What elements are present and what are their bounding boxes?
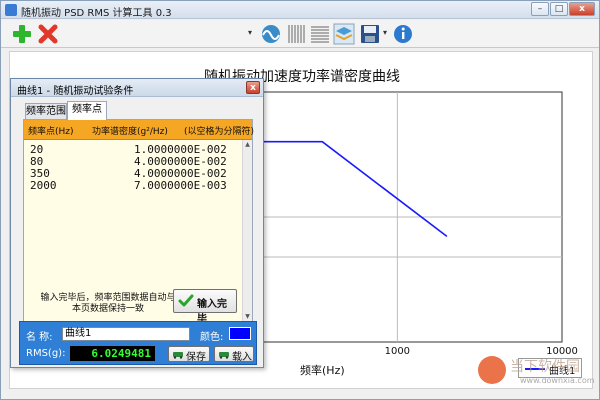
plus-icon[interactable]: [11, 23, 33, 45]
watermark-text: 当下软件园: [510, 359, 580, 375]
grid-vertical-icon[interactable]: [286, 23, 306, 45]
checkmark-icon: [178, 294, 194, 307]
layers-icon[interactable]: [333, 23, 355, 45]
dialog-title-bar: 曲线1 - 随机振动试验条件 x: [11, 79, 263, 97]
vertical-scrollbar[interactable]: ▲ ▼: [242, 140, 252, 322]
app-title: 随机振动 PSD RMS 计算工具 0.3: [21, 8, 172, 19]
title-bar: 随机振动 PSD RMS 计算工具 0.3 – □ x: [1, 1, 599, 19]
tab-frequency-points[interactable]: 频率点: [67, 101, 107, 120]
sync-note-line1: 输入完毕后，频率范围数据自动与: [40, 293, 176, 303]
minimize-button[interactable]: –: [531, 2, 549, 16]
frequency-cell: 2000: [30, 179, 57, 192]
save-curve-button[interactable]: 保存: [168, 346, 210, 363]
info-icon[interactable]: [392, 23, 414, 45]
color-label: 颜色:: [200, 332, 224, 343]
x-icon[interactable]: [37, 23, 59, 45]
header-psd: 功率谱密度(g²/Hz): [92, 127, 168, 137]
rms-label: RMS(g):: [26, 348, 66, 359]
dialog-title: 曲线1 - 随机振动试验条件: [17, 86, 134, 97]
toolbar: ▾ ▾: [1, 20, 599, 48]
curve-color-swatch[interactable]: [229, 327, 251, 340]
save-curve-label: 保存: [186, 352, 206, 363]
sync-note: 输入完毕后，频率范围数据自动与 本页数据保持一致: [33, 293, 183, 315]
chevron-down-icon[interactable]: ▾: [383, 28, 387, 37]
name-label: 名 称:: [26, 332, 53, 343]
load-curve-button[interactable]: 载入: [214, 346, 254, 363]
curve-properties-panel: 名 称: 曲线1 颜色: RMS(g): 6.0249481 保存 载入: [19, 321, 257, 365]
close-button[interactable]: x: [569, 2, 595, 16]
wave-icon[interactable]: [259, 23, 283, 45]
x-axis-label: 频率(Hz): [300, 364, 345, 377]
load-curve-label: 载入: [232, 352, 252, 363]
restore-button[interactable]: □: [550, 2, 568, 16]
sync-note-line2: 本页数据保持一致: [71, 304, 144, 314]
header-separator-hint: (以空格为分隔符): [184, 127, 255, 137]
watermark-url: www.downxia.com: [520, 376, 595, 385]
table-row[interactable]: 2000 7.0000000E-003: [28, 180, 240, 192]
save-icon[interactable]: [359, 23, 381, 45]
watermark-logo: [478, 356, 506, 384]
car-icon: [219, 352, 229, 359]
car-icon: [173, 352, 183, 359]
tab-frequency-range[interactable]: 频率范围: [25, 103, 67, 120]
grid-header: 频率点(Hz) 功率谱密度(g²/Hz) (以空格为分隔符): [24, 120, 255, 140]
grid-horizontal-icon[interactable]: [309, 23, 331, 45]
chevron-down-icon[interactable]: ▾: [248, 28, 252, 37]
header-frequency: 频率点(Hz): [28, 127, 74, 137]
frequency-points-editor[interactable]: 20 1.0000000E-002 80 4.0000000E-002 350 …: [28, 144, 240, 192]
scroll-down-icon[interactable]: ▼: [244, 313, 251, 321]
test-condition-dialog: 曲线1 - 随机振动试验条件 x 频率范围 频率点 频率点(Hz) 功率谱密度(…: [10, 78, 264, 368]
dialog-close-button[interactable]: x: [246, 81, 260, 94]
rms-value: 6.0249481: [70, 346, 155, 361]
x-tick-label: 1000: [385, 346, 410, 357]
psd-cell: 7.0000000E-003: [134, 179, 227, 192]
finish-input-button[interactable]: 输入完毕: [173, 289, 237, 325]
curve-name-input[interactable]: 曲线1: [62, 327, 190, 341]
app-icon: [5, 4, 17, 16]
scroll-up-icon[interactable]: ▲: [244, 141, 251, 149]
